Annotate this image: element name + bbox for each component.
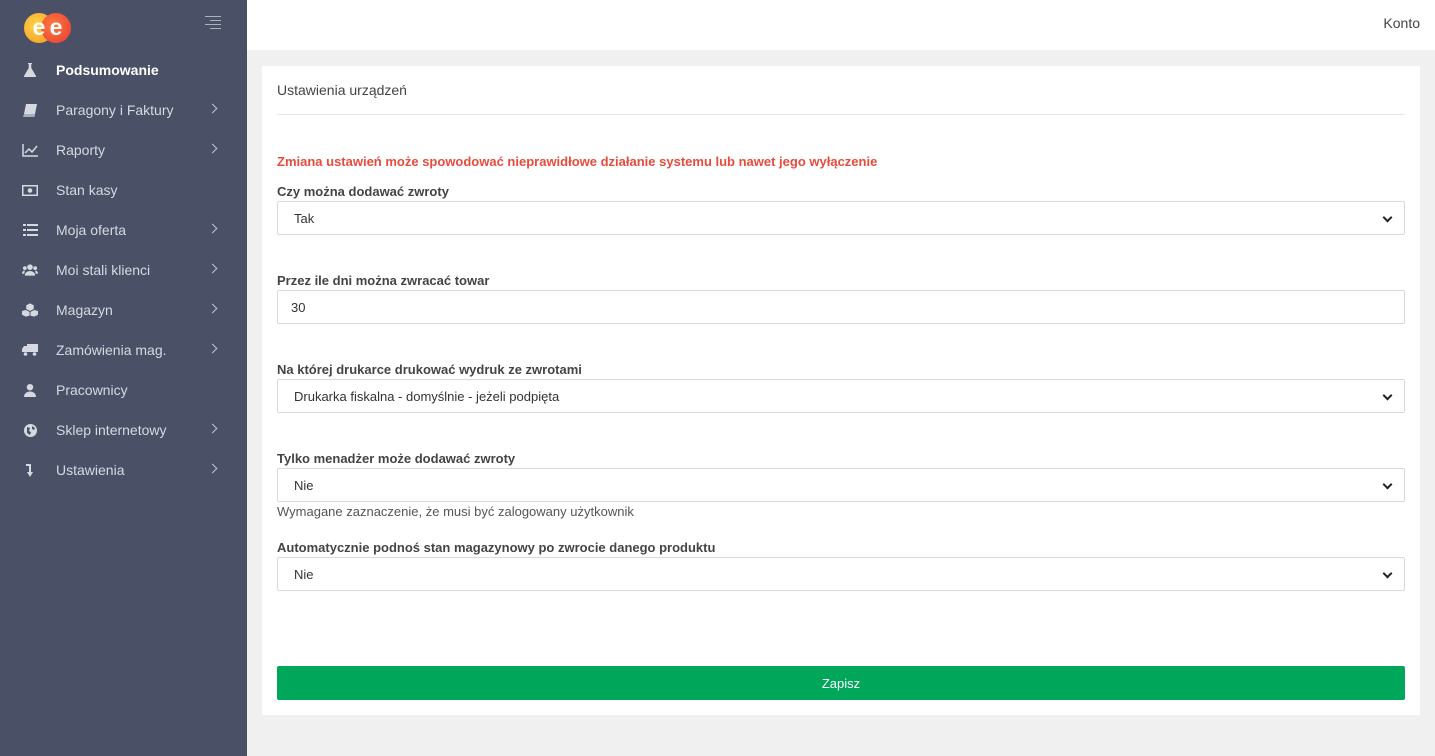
sidebar-item-stan-kasy[interactable]: Stan kasy (0, 170, 247, 210)
chevron-down-icon (1382, 212, 1393, 223)
sidebar-item-label: Zamówienia mag. (56, 342, 167, 358)
sidebar-item-raporty[interactable]: Raporty (0, 130, 247, 170)
chevron-right-icon (207, 343, 218, 354)
sidebar-item-label: Paragony i Faktury (56, 102, 174, 118)
sidebar-item-label: Pracownicy (56, 382, 128, 398)
sidebar-item-podsumowanie[interactable]: Podsumowanie (0, 50, 247, 90)
money-icon (22, 182, 38, 198)
chevron-right-icon (207, 103, 218, 114)
flask-icon (22, 62, 38, 78)
sidebar-item-paragony[interactable]: Paragony i Faktury (0, 90, 247, 130)
select-value: Nie (294, 477, 314, 493)
line-chart-icon (22, 142, 38, 158)
app-logo[interactable]: e e (24, 13, 72, 43)
warning-message: Zmiana ustawień może spowodować nieprawi… (277, 154, 878, 169)
sidebar-menu: Podsumowanie Paragony i Faktury Raporty … (0, 50, 247, 490)
manager-only-help: Wymagane zaznaczenie, że musi być zalogo… (277, 504, 634, 519)
manager-only-select[interactable]: Nie (277, 468, 1405, 502)
chevron-right-icon (207, 223, 218, 234)
chevron-right-icon (207, 423, 218, 434)
top-bar: Konto (247, 0, 1435, 50)
settings-card: Ustawienia urządzeń Zmiana ustawień może… (262, 66, 1420, 715)
sidebar-item-moja-oferta[interactable]: Moja oferta (0, 210, 247, 250)
save-button[interactable]: Zapisz (277, 666, 1405, 700)
list-icon (22, 222, 38, 238)
sidebar-item-label: Magazyn (56, 302, 113, 318)
sidebar-item-label: Raporty (56, 142, 106, 158)
level-down-icon (22, 462, 38, 478)
globe-icon (22, 422, 38, 438)
return-printer-select[interactable]: Drukarka fiskalna - domyślnie - jeżeli p… (277, 379, 1405, 413)
sidebar-item-stali-klienci[interactable]: Moi stali klienci (0, 250, 247, 290)
chevron-right-icon (207, 143, 218, 154)
sidebar-item-magazyn[interactable]: Magazyn (0, 290, 247, 330)
chevron-down-icon (1382, 479, 1393, 490)
menu-toggle-icon[interactable] (205, 16, 221, 30)
sidebar-item-zamowienia[interactable]: Zamówienia mag. (0, 330, 247, 370)
divider (277, 114, 1405, 115)
chevron-down-icon (1382, 568, 1393, 579)
auto-restock-select[interactable]: Nie (277, 557, 1405, 591)
chevron-right-icon (207, 463, 218, 474)
return-days-label: Przez ile dni można zwracać towar (277, 273, 490, 288)
cubes-icon (22, 302, 38, 318)
select-value: Drukarka fiskalna - domyślnie - jeżeli p… (294, 388, 560, 404)
truck-icon (22, 342, 38, 358)
returns-allowed-select[interactable]: Tak (277, 201, 1405, 235)
book-icon (22, 102, 38, 118)
manager-only-label: Tylko menadżer może dodawać zwroty (277, 451, 516, 466)
sidebar-item-label: Moja oferta (56, 222, 127, 238)
sidebar-item-ustawienia[interactable]: Ustawienia (0, 450, 247, 490)
sidebar-item-label: Ustawienia (56, 462, 125, 478)
sidebar-item-pracownicy[interactable]: Pracownicy (0, 370, 247, 410)
sidebar-item-label: Stan kasy (56, 182, 118, 198)
sidebar-item-label: Podsumowanie (56, 62, 159, 78)
select-value: Tak (294, 210, 315, 226)
return-printer-label: Na której drukarce drukować wydruk ze zw… (277, 362, 582, 377)
logo-letter-2: e (49, 14, 63, 40)
page-title: Ustawienia urządzeń (277, 82, 407, 98)
chevron-right-icon (207, 263, 218, 274)
sidebar: e e Podsumowanie Paragony i Faktury Rapo… (0, 0, 247, 756)
sidebar-item-label: Sklep internetowy (56, 422, 167, 438)
account-link[interactable]: Konto (1383, 15, 1420, 31)
auto-restock-label: Automatycznie podnoś stan magazynowy po … (277, 540, 716, 555)
user-icon (22, 382, 38, 398)
chevron-right-icon (207, 303, 218, 314)
sidebar-item-sklep[interactable]: Sklep internetowy (0, 410, 247, 450)
return-days-input[interactable]: 30 (277, 290, 1405, 324)
chevron-down-icon (1382, 390, 1393, 401)
input-value: 30 (291, 299, 306, 315)
select-value: Nie (294, 566, 314, 582)
returns-allowed-label: Czy można dodawać zwroty (277, 184, 449, 199)
sidebar-item-label: Moi stali klienci (56, 262, 151, 278)
users-icon (22, 262, 38, 278)
